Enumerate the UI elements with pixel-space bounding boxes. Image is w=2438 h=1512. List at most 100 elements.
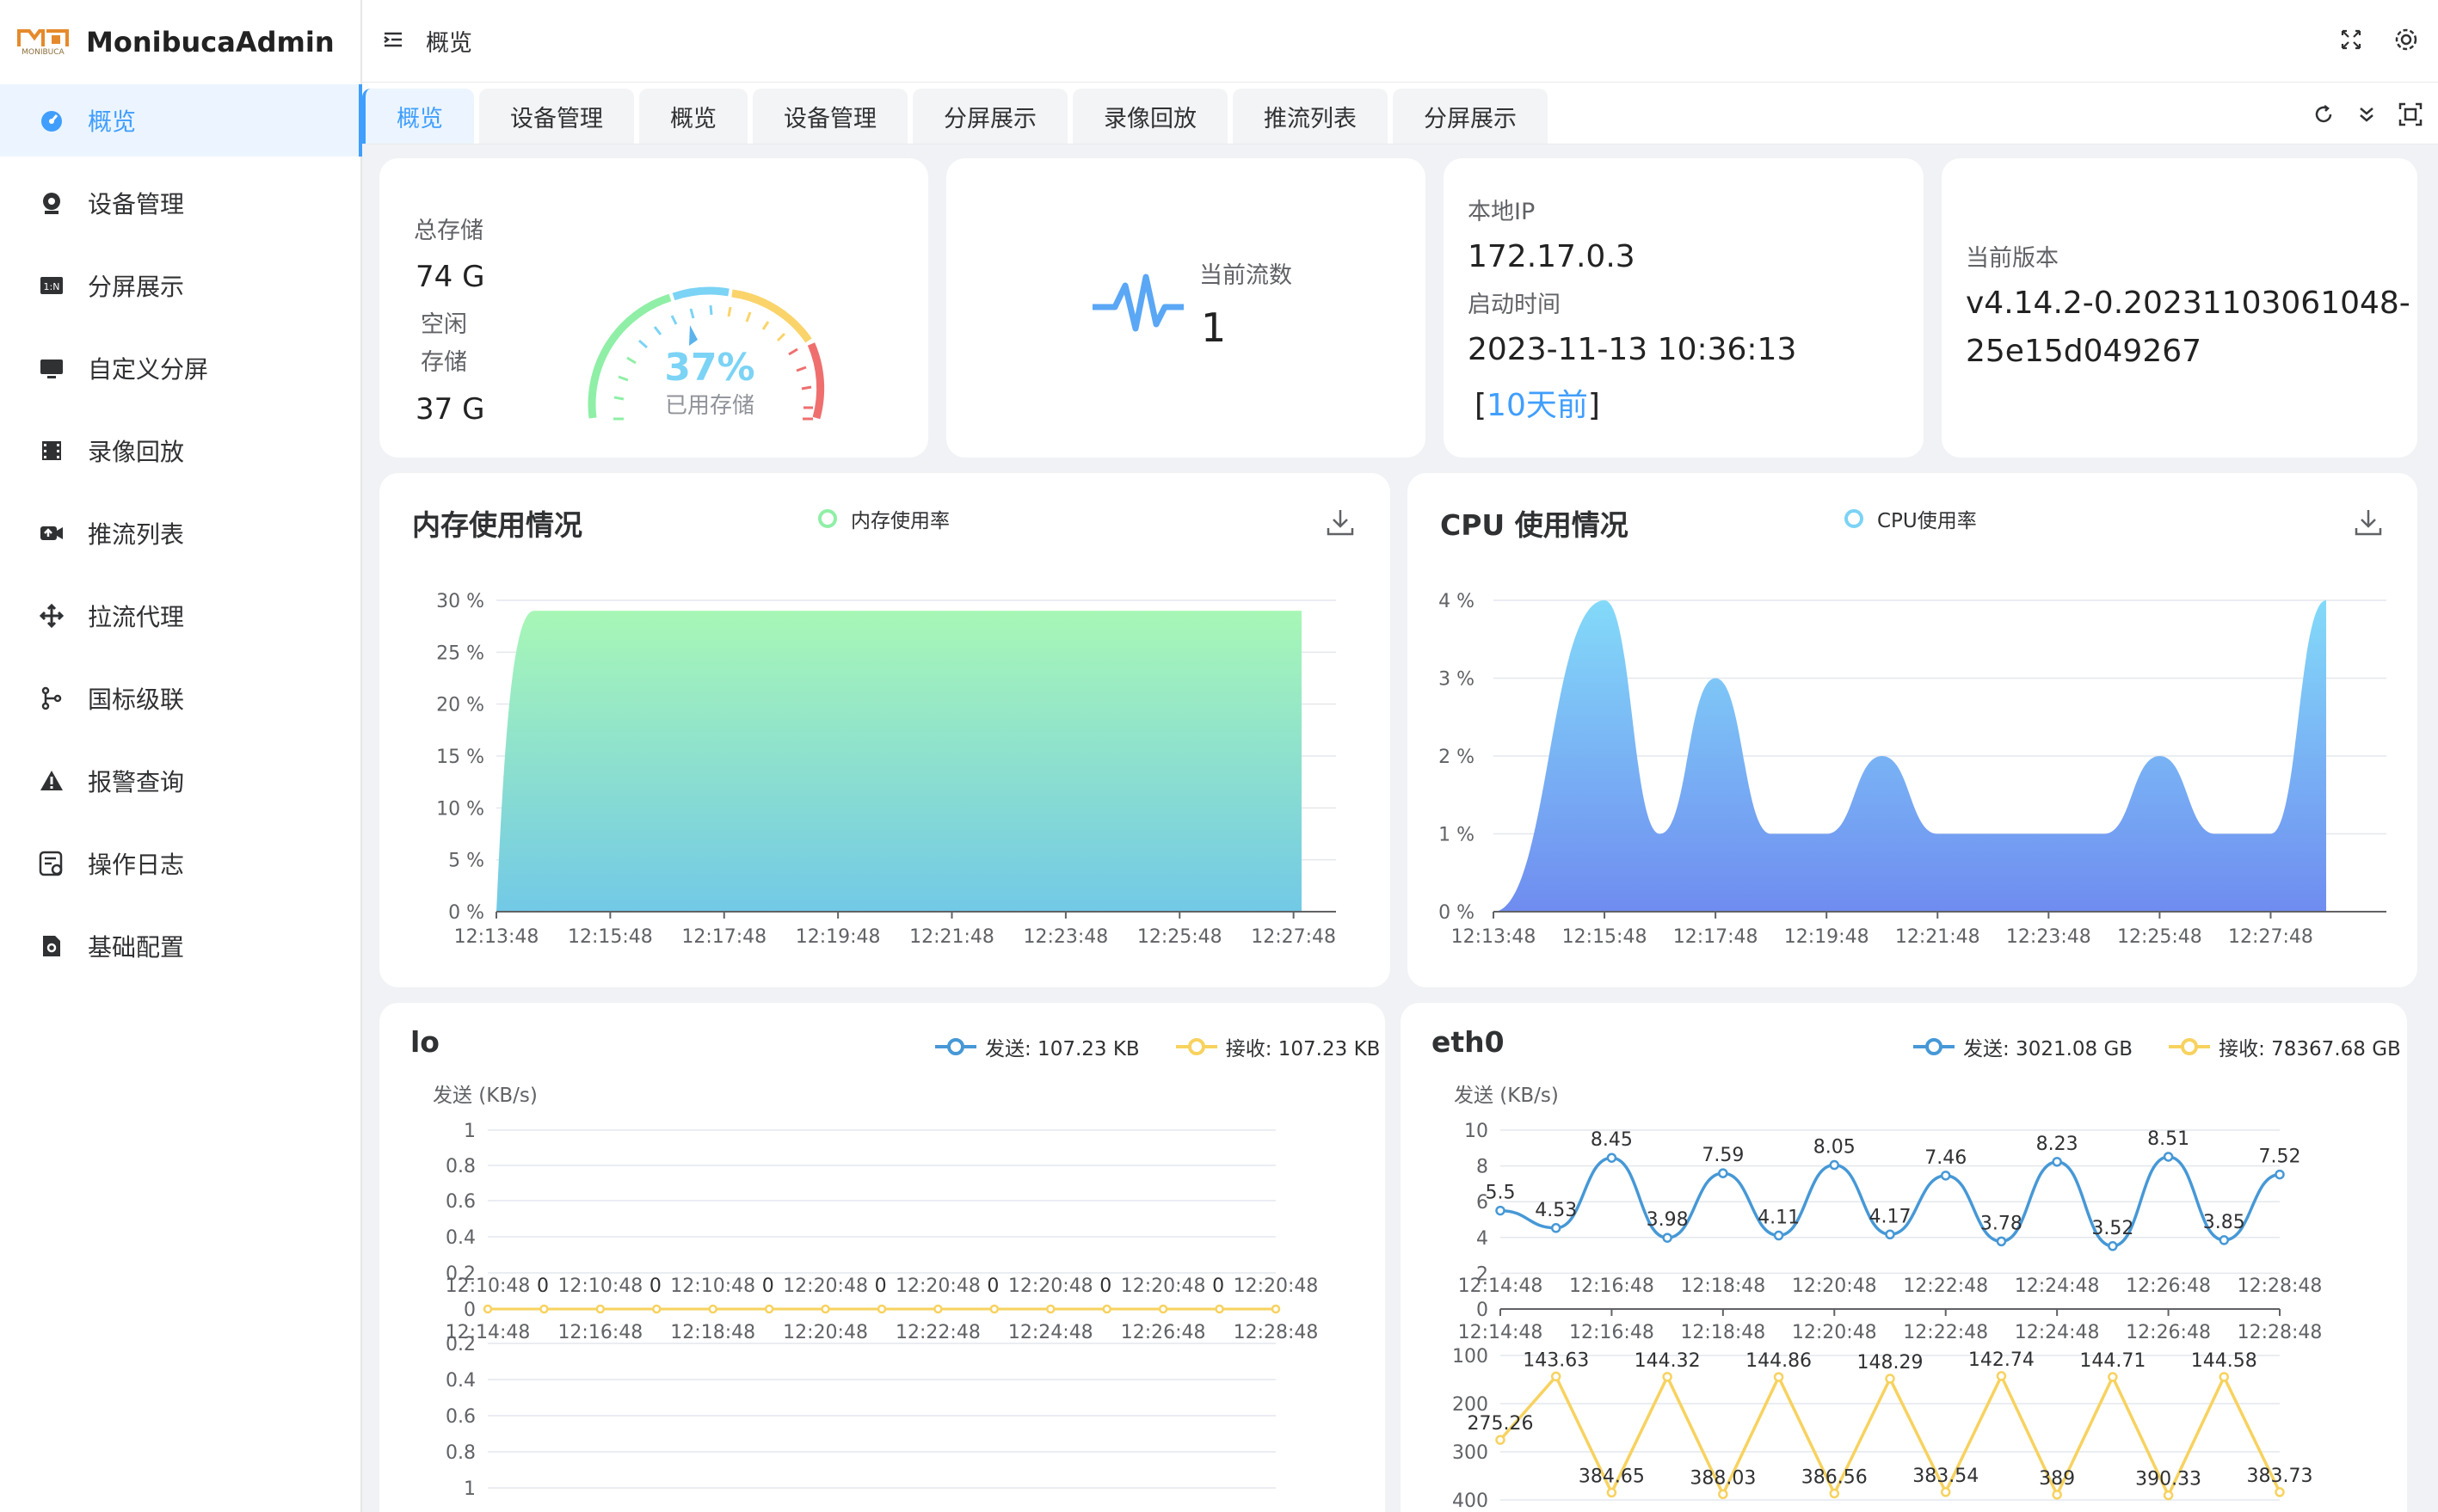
eth0-network-card: eth0 发送: 3021.08 GB 接收: 78367.68 GB 发送 (… [1401,1003,2407,1512]
version-value-line1: v4.14.2-0.20231103061048- [1966,286,2410,321]
data-point [1102,1304,1111,1314]
data-point [1885,1229,1895,1240]
stream-count-label: 当前流数 [1199,262,1292,289]
sidebar-item-label: 国标级联 [88,685,185,714]
sidebar-item-playback[interactable]: 录像回放 [0,415,360,487]
free-storage-label: 空闲存储 [421,311,467,376]
y-tick-label: 15 % [436,747,484,768]
data-point [933,1304,943,1314]
local-ip-value: 172.17.0.3 [1468,239,1635,274]
sidebar-item-alarms[interactable]: 报警查询 [0,745,360,817]
maximize-icon[interactable] [2398,102,2423,130]
x-tick-label: 12:28:48 [2238,1275,2323,1297]
lo-network-card: lo 发送: 107.23 KB 接收: 107.23 KB 发送 (KB/s)… [379,1003,1385,1512]
data-label: 0 [875,1275,887,1297]
sidebar-item-devices[interactable]: 设备管理 [0,167,360,239]
data-point [989,1304,1000,1314]
sidebar-item-split-screen[interactable]: 1:N 分屏展示 [0,249,360,322]
x-tick-label: 12:24:48 [1008,1322,1093,1343]
data-point [1940,1171,1951,1181]
x-tick-label: 12:24:48 [2015,1275,2100,1297]
data-label: 3.78 [1980,1213,2022,1234]
data-point [1495,1435,1505,1445]
uptime-value: 10天前 [1487,388,1588,423]
y-tick-label: 0 % [1438,902,1474,924]
x-tick-label: 12:19:48 [1784,926,1869,948]
data-point [1662,1232,1672,1243]
dashboard-icon [38,107,65,134]
branch-icon [38,685,65,712]
sidebar-item-base-config[interactable]: 基础配置 [0,910,360,982]
data-point [877,1304,887,1314]
breadcrumb[interactable]: 概览 [426,24,472,58]
start-time-value: 2023-11-13 10:36:13 [1468,332,1797,367]
sidebar-item-logs[interactable]: 操作日志 [0,827,360,900]
tab-playback[interactable]: 录像回放 [1073,89,1228,144]
sidebar-item-overview[interactable]: 概览 [0,84,362,157]
x-tick-label: 12:23:48 [2006,926,2091,948]
data-point [595,1304,606,1314]
y-tick-label: 10 % [436,798,484,820]
tab-devices[interactable]: 设备管理 [479,89,634,144]
data-label: 8.23 [2036,1134,2078,1155]
data-point [1495,1205,1505,1216]
sidebar-item-pull-proxy[interactable]: 拉流代理 [0,580,360,652]
sidebar-item-gb-cascade[interactable]: 国标级联 [0,662,360,734]
x-tick-label: 12:18:48 [670,1322,755,1343]
sidebar-item-push-list[interactable]: 推流列表 [0,497,360,569]
data-label: 0 [537,1275,549,1297]
sidebar-menu: 概览 设备管理 1:N 分屏展示 自定义分屏 录像回放 推流列表 拉流代理 国标 [0,84,362,982]
data-label: 144.86 [1745,1350,1812,1372]
data-point [1550,1371,1561,1382]
data-point [539,1304,549,1314]
y-tick-label: 1 [464,1121,476,1142]
settings-file-icon [38,932,65,960]
data-point [1606,1152,1617,1163]
fullscreen-icon[interactable] [2340,28,2362,54]
data-label: 144.32 [1635,1350,1701,1372]
y-tick-label: 25 % [436,642,484,664]
memory-chart-card: 内存使用情况 内存使用率 0 % 5 % 10 % 15 % 20 % 25 % 30 % 1… [379,473,1390,987]
split-screen-icon: 1:N [38,272,65,299]
data-point [1718,1489,1728,1500]
total-storage-label: 总存储 [414,218,483,244]
sidebar-item-label: 概览 [88,108,137,136]
video-push-icon [38,519,65,547]
tab-split-screen[interactable]: 分屏展示 [913,89,1068,144]
refresh-icon[interactable] [2312,103,2335,129]
x-tick-label: 12:21:48 [909,926,994,948]
film-icon [38,437,65,464]
x-tick-label: 12:25:48 [2117,926,2202,948]
sidebar-item-custom-split[interactable]: 自定义分屏 [0,332,360,404]
x-tick-label: 12:26:48 [1121,1322,1206,1343]
tab-overview-2[interactable]: 概览 [639,89,748,144]
settings-icon[interactable] [2393,27,2419,56]
tab-devices-2[interactable]: 设备管理 [753,89,908,144]
data-label: 389 [2039,1468,2075,1490]
x-tick-label: 12:26:48 [2126,1275,2211,1297]
data-label: 3.98 [1647,1209,1689,1231]
storage-card: 总存储 74 G 空闲存储 37 G 37% 已用存储 [379,158,928,458]
data-point [2108,1372,2118,1382]
collapse-icon[interactable] [2357,103,2376,129]
sidebar-item-label: 分屏展示 [88,273,185,301]
tab-push-list[interactable]: 推流列表 [1233,89,1388,144]
data-point [2163,1152,2174,1162]
x-tick-label: 12:20:48 [783,1322,868,1343]
uptime-close-bracket: ] [1587,388,1600,423]
menu-fold-icon[interactable] [381,28,405,55]
x-tick-label: 12:20:48 [783,1275,868,1297]
sidebar-item-label: 自定义分屏 [88,355,209,384]
memory-area [496,611,1302,912]
tab-overview[interactable]: 概览 [362,89,474,144]
y-tick-label: 0.6 [446,1406,476,1428]
version-card: 当前版本 v4.14.2-0.20231103061048- 25e15d049… [1942,158,2417,458]
data-point [1662,1372,1672,1382]
data-point [2275,1169,2285,1180]
y-tick-label: 400 [1452,1490,1488,1512]
logo-area[interactable]: MONIBUCA MonibucaAdmin [0,0,360,84]
x-tick-label: 12:14:48 [446,1322,531,1343]
data-label: 4.17 [1869,1206,1912,1227]
x-tick-label: 12:15:48 [568,926,653,948]
tab-split-screen-2[interactable]: 分屏展示 [1393,89,1548,144]
